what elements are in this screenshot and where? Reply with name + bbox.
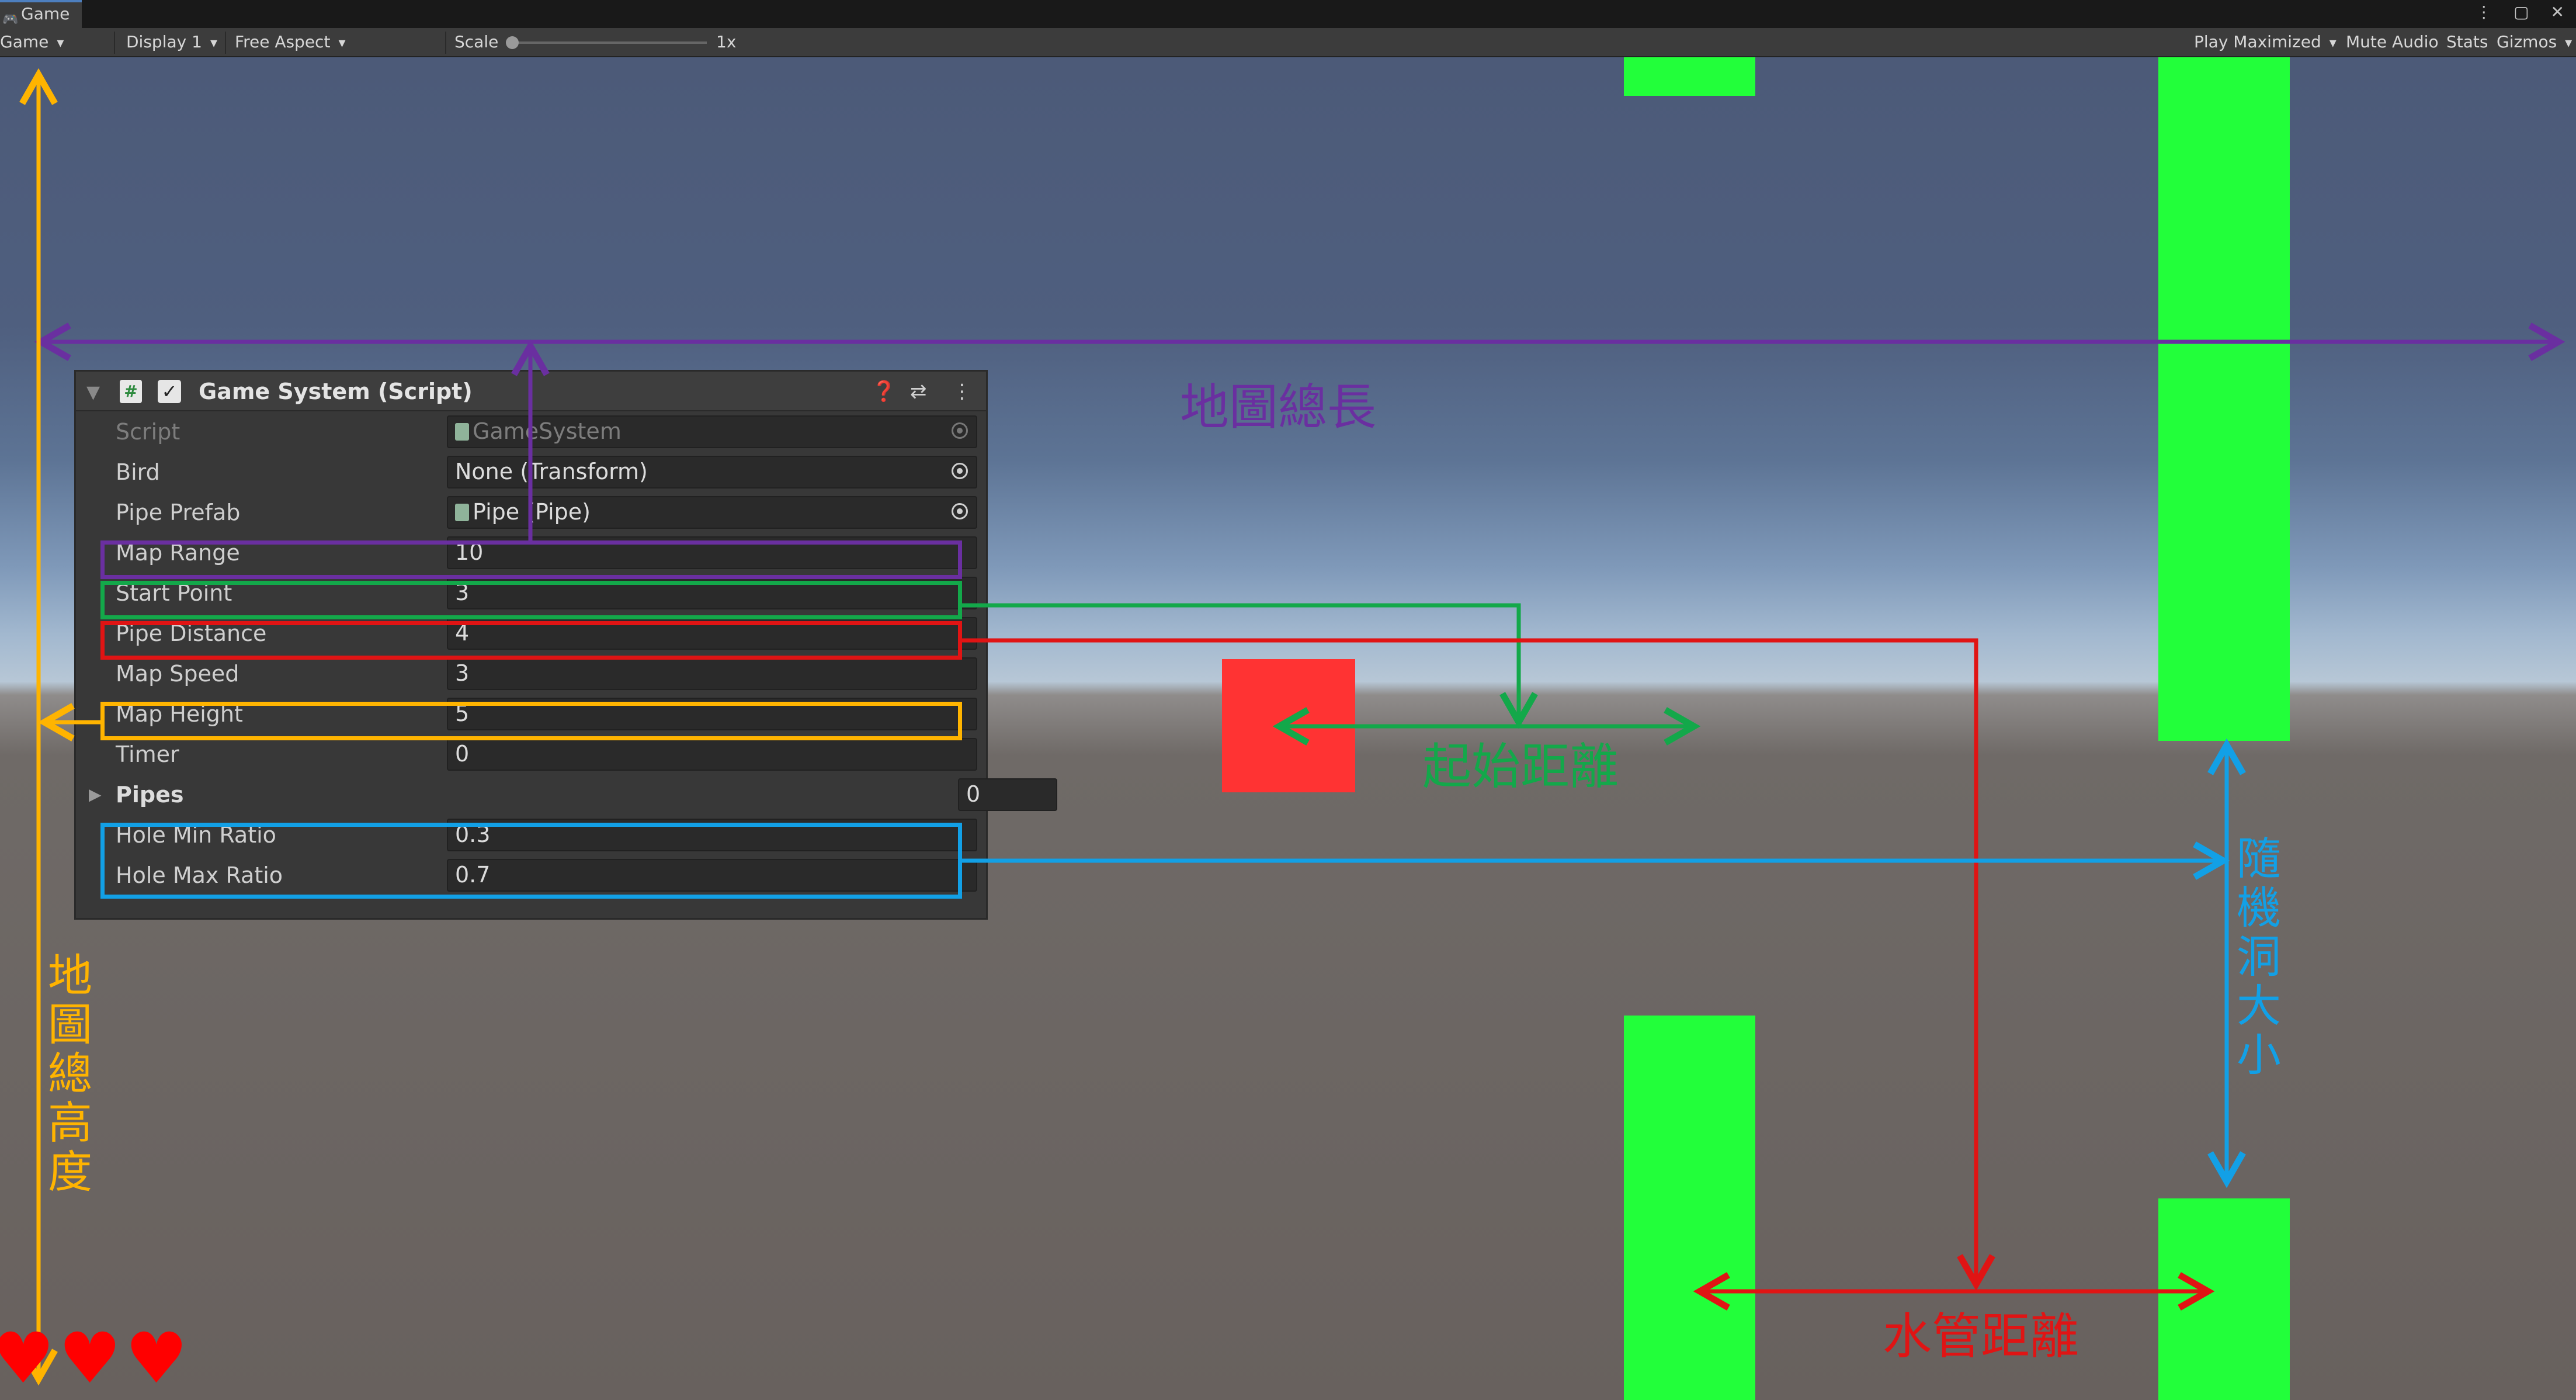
toolbar-divider xyxy=(225,32,226,54)
preset-icon[interactable]: ⇄ xyxy=(910,380,927,403)
enabled-checkbox[interactable]: ✓ xyxy=(158,380,181,403)
highlight-pipe-distance xyxy=(100,621,962,660)
field-value: None (Transform) xyxy=(455,459,648,484)
bird-field[interactable]: None (Transform) xyxy=(447,456,977,488)
field-label: Script xyxy=(116,419,180,445)
field-label: Map Speed xyxy=(116,661,239,687)
field-label: Pipe Prefab xyxy=(116,500,241,525)
timer-input[interactable]: 0 xyxy=(447,738,977,771)
aspect-dropdown[interactable]: Free Aspect xyxy=(235,32,433,53)
heart-icon: ♥ xyxy=(58,1318,121,1399)
scale-label: Scale xyxy=(454,32,499,51)
heart-icon: ♥ xyxy=(125,1318,188,1399)
script-icon: # xyxy=(120,380,142,403)
pipe-top xyxy=(2158,57,2290,741)
script-field[interactable]: GameSystem xyxy=(447,415,977,448)
field-row-pipes[interactable]: ▶ Pipes 0 xyxy=(76,774,1057,815)
label-random-hole-size: 隨機洞大小 xyxy=(2237,833,2281,1081)
object-picker-icon[interactable] xyxy=(952,503,968,519)
foldout-arrow-icon[interactable]: ▼ xyxy=(86,382,100,403)
field-row-script: Script GameSystem xyxy=(76,411,986,452)
label-start-distance: 起始距離 xyxy=(1422,738,1619,795)
object-picker-icon[interactable] xyxy=(952,463,968,479)
label-map-total-length: 地圖總長 xyxy=(1180,379,1377,436)
highlight-map-height xyxy=(100,702,962,740)
pipe-top xyxy=(1624,57,1755,96)
field-value: Pipe (Pipe) xyxy=(473,499,591,525)
unity-game-view: 🎮 Game ⋮ ▢ ✕ Game Display 1 Free Aspect … xyxy=(0,0,2576,1400)
help-icon[interactable]: ❓ xyxy=(872,380,896,403)
window-controls[interactable]: ⋮ ▢ ✕ xyxy=(2476,2,2572,22)
label-pipe-distance: 水管距離 xyxy=(1883,1308,2079,1365)
field-value: GameSystem xyxy=(473,418,622,444)
script-asset-icon xyxy=(455,423,469,441)
bird xyxy=(1222,659,1355,792)
field-label: Timer xyxy=(116,741,179,767)
prefab-icon xyxy=(455,504,469,521)
window-title-bar: 🎮 Game ⋮ ▢ ✕ xyxy=(0,0,2576,28)
map-speed-input[interactable]: 3 xyxy=(447,657,977,690)
gizmos-dropdown[interactable]: Gizmos xyxy=(2497,32,2572,53)
heart-icon: ♥ xyxy=(0,1318,55,1399)
pipe-prefab-field[interactable]: Pipe (Pipe) xyxy=(447,496,977,529)
foldout-arrow-icon[interactable]: ▶ xyxy=(89,785,102,804)
display-dropdown[interactable]: Display 1 xyxy=(126,32,217,53)
mute-audio-toggle[interactable]: Mute Audio xyxy=(2346,32,2439,53)
highlight-map-range xyxy=(100,540,962,579)
highlight-hole-ratio xyxy=(100,823,962,899)
field-label: Pipes xyxy=(116,782,184,808)
pipe-bottom xyxy=(1624,1016,1755,1400)
label-map-total-height: 地圖總高度 xyxy=(48,949,92,1198)
field-row-bird: Bird None (Transform) xyxy=(76,452,986,492)
pipes-size-input[interactable]: 0 xyxy=(958,778,1057,811)
toolbar-divider xyxy=(445,32,446,54)
scale-value: 1x xyxy=(716,32,737,51)
highlight-start-point xyxy=(100,581,962,619)
kebab-menu-icon[interactable]: ⋮ xyxy=(952,380,972,403)
stats-toggle[interactable]: Stats xyxy=(2446,32,2488,53)
pipe-bottom xyxy=(2158,1198,2290,1400)
toolbar-divider xyxy=(114,32,115,54)
scale-slider[interactable] xyxy=(514,41,707,44)
object-picker-icon[interactable] xyxy=(952,422,968,439)
play-maximized-dropdown[interactable]: Play Maximized xyxy=(2194,32,2337,53)
component-title: Game System (Script) xyxy=(199,379,473,404)
tab-game-label: Game xyxy=(21,4,70,23)
scale-slider-handle[interactable] xyxy=(506,36,519,49)
field-label: Bird xyxy=(116,459,160,485)
game-view-dropdown[interactable]: Game xyxy=(0,32,64,53)
tab-game[interactable]: 🎮 Game xyxy=(0,0,82,28)
game-toolbar: Game Display 1 Free Aspect Scale 1x Play… xyxy=(0,28,2576,57)
component-header[interactable]: ▼ # ✓ Game System (Script) ❓ ⇄ ⋮ xyxy=(76,372,986,411)
field-row-pipe-prefab: Pipe Prefab Pipe (Pipe) xyxy=(76,492,986,532)
